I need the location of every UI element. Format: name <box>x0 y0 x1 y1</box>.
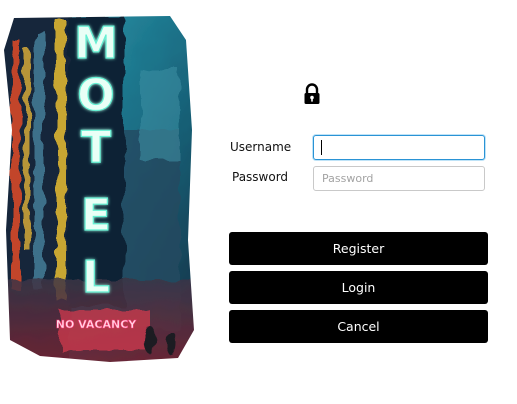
poster-letter: O <box>77 70 114 121</box>
poster-letter: L <box>82 252 110 303</box>
login-button[interactable]: Login <box>229 271 488 304</box>
motel-poster-image: M O T E L NO VACANCY <box>0 10 200 365</box>
poster-vacancy-text: NO VACANCY <box>56 318 138 331</box>
register-button[interactable]: Register <box>229 232 488 265</box>
cancel-button[interactable]: Cancel <box>229 310 488 343</box>
username-label: Username <box>230 140 292 154</box>
username-input[interactable] <box>313 135 485 160</box>
password-label: Password <box>232 170 289 184</box>
poster-letter: E <box>81 190 111 241</box>
poster-letter: T <box>81 122 111 173</box>
login-window: M O T E L NO VACANCY Username Password R… <box>0 0 517 404</box>
poster-letter: M <box>74 18 118 69</box>
text-caret <box>321 140 322 155</box>
password-input[interactable] <box>313 166 485 191</box>
lock-icon <box>303 83 321 105</box>
